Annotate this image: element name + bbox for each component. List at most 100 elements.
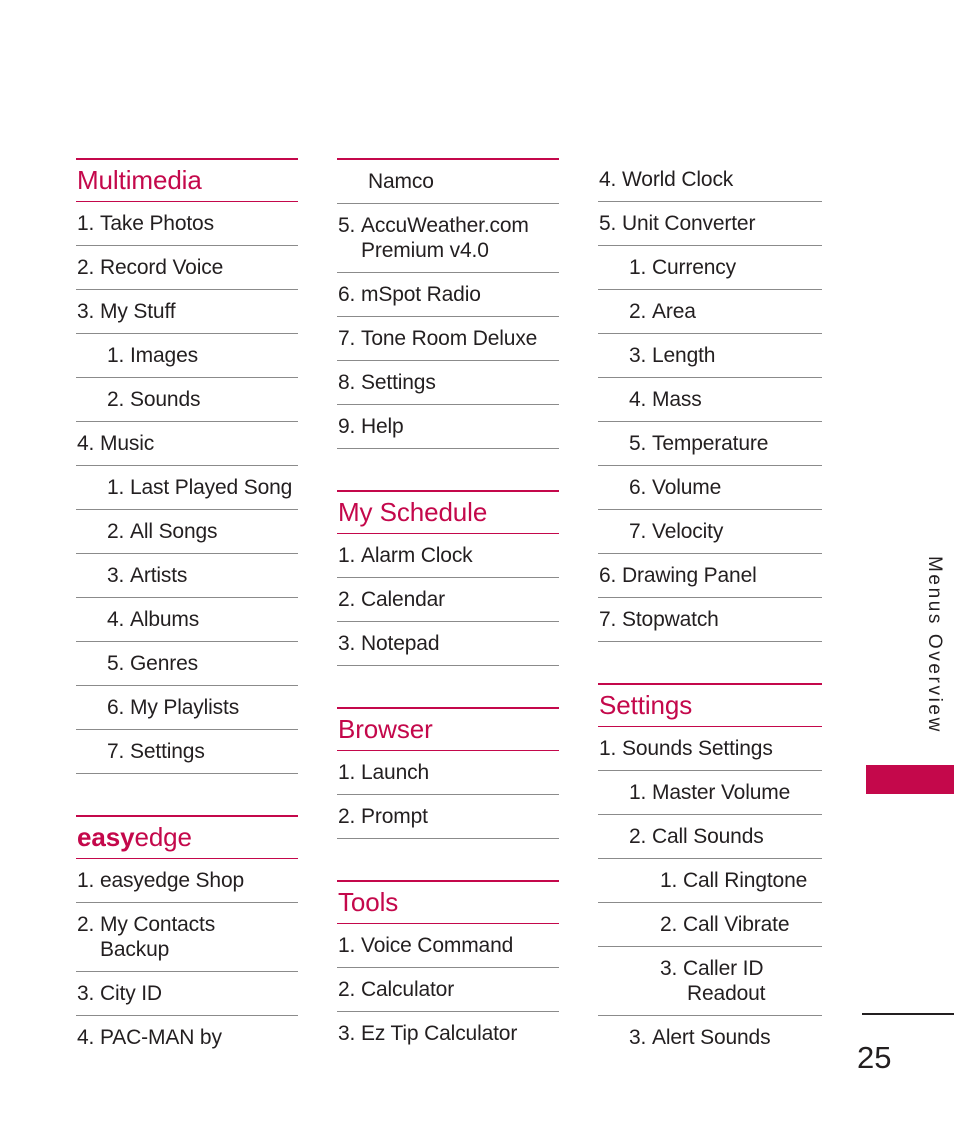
menu-item: 2. Prompt — [337, 795, 559, 839]
menu-item-label-wrap: Backup — [100, 938, 170, 961]
menu-item-number: 7. — [107, 740, 125, 763]
menu-item: 2. Record Voice — [76, 246, 298, 290]
menu-item: 1. Images — [76, 334, 298, 378]
menu-item-label: Alarm Clock — [361, 544, 473, 567]
menu-item-number: 6. — [629, 476, 647, 499]
menu-item-label: Sounds Settings — [622, 737, 773, 760]
menu-item: 1. easyedge Shop — [76, 859, 298, 903]
menu-item: 2. Call Sounds — [598, 815, 822, 859]
menu-item-number: 3. — [629, 1026, 647, 1049]
menu-item-number: 1. — [77, 869, 95, 892]
section-easyedge: easyedge 1. easyedge Shop 2. My Contacts Back… — [76, 815, 298, 1059]
menu-item-number: 1. — [107, 344, 125, 367]
menu-item-label: Length — [652, 344, 716, 367]
side-tab-text: Menus Overview — [924, 556, 945, 734]
menu-item: 1. Call Ringtone — [598, 859, 822, 903]
menu-item: 7. Tone Room Deluxe — [337, 317, 559, 361]
menu-item-number: 8. — [338, 371, 356, 394]
menu-item-number: 1. — [338, 544, 356, 567]
menu-item-number: 3. — [107, 564, 125, 587]
menu-item-number: 1. — [660, 869, 678, 892]
menu-item-label: Settings — [361, 371, 436, 394]
menu-list-easyedge-continued: Namco 5. AccuWeather.com Premium v4.0 6. mSpo… — [337, 160, 559, 449]
section-browser: Browser 1. Launch 2. Prompt — [337, 707, 559, 839]
menu-item-number: 9. — [338, 415, 356, 438]
menu-item-number: 1. — [629, 781, 647, 804]
menu-item-number: 2. — [629, 825, 647, 848]
menu-item-label: City ID — [100, 982, 162, 1005]
menu-item: 4. Albums — [76, 598, 298, 642]
menu-item-label-wrap: Readout — [687, 982, 766, 1005]
menu-item: 9. Help — [337, 405, 559, 449]
menu-item: 2. Sounds — [76, 378, 298, 422]
menu-item-label: Tone Room Deluxe — [361, 327, 538, 350]
menu-item: 1. Currency — [598, 246, 822, 290]
section-title-settings: Settings — [599, 690, 693, 720]
menu-item-number: 2. — [660, 913, 678, 936]
menu-item-number: 4. — [629, 388, 647, 411]
menu-item-number: 1. — [77, 212, 95, 235]
menu-item: 6. My Playlists — [76, 686, 298, 730]
menu-item: 5. Temperature — [598, 422, 822, 466]
menu-item-number: 2. — [338, 805, 356, 828]
menu-item: 2. Calendar — [337, 578, 559, 622]
menu-item-number: 4. — [107, 608, 125, 631]
section-settings: Settings 1. Sounds Settings 1. Master Volume… — [598, 683, 822, 1059]
menu-item: 1. Last Played Song — [76, 466, 298, 510]
menu-item-label: Notepad — [361, 632, 440, 655]
menu-item: 3. Length — [598, 334, 822, 378]
menu-item-label: Artists — [130, 564, 188, 587]
menu-item: 3. My Stuff — [76, 290, 298, 334]
menu-item-number: 4. — [77, 432, 95, 455]
menu-item-label: Genres — [130, 652, 198, 675]
menu-item-label: Prompt — [361, 805, 428, 828]
menu-item-number: 3. — [77, 982, 95, 1005]
menu-item-label: Unit Converter — [622, 212, 756, 235]
menu-item-number: 2. — [107, 388, 125, 411]
section-title-multimedia: Multimedia — [77, 165, 202, 195]
menu-item-number: 6. — [338, 283, 356, 306]
menu-list-easyedge: 1. easyedge Shop 2. My Contacts Backup 3. City… — [76, 859, 298, 1059]
menu-item: 4. Music — [76, 422, 298, 466]
menu-item: 4. World Clock — [598, 158, 822, 202]
menu-item: 2. My Contacts Backup — [76, 903, 298, 972]
menu-item-label: Caller ID — [683, 957, 764, 980]
menu-item-label: Temperature — [652, 432, 769, 455]
menu-item-label: mSpot Radio — [361, 283, 481, 306]
menu-item-label: Sounds — [130, 388, 201, 411]
menu-list-browser: 1. Launch 2. Prompt — [337, 751, 559, 839]
menu-item-label: Drawing Panel — [622, 564, 757, 587]
menu-item-label: Mass — [652, 388, 702, 411]
side-tab-marker — [866, 765, 954, 794]
menu-item: 2. Call Vibrate — [598, 903, 822, 947]
section-title-tools: Tools — [338, 887, 399, 917]
section-tools: Tools 1. Voice Command 2. Calculator 3. Ez Tip… — [337, 880, 559, 1055]
menu-item-label: Velocity — [652, 520, 724, 543]
menu-item-number: 3. — [629, 344, 647, 367]
menu-list-multimedia: 1. Take Photos 2. Record Voice 3. My Stuff 1. I… — [76, 202, 298, 774]
menu-item: 1. Take Photos — [76, 202, 298, 246]
menu-item-label: Alert Sounds — [652, 1026, 771, 1049]
menu-item-label: Take Photos — [100, 212, 214, 235]
menu-item: 3. Ez Tip Calculator — [337, 1012, 559, 1055]
menu-item-label: AccuWeather.com — [361, 214, 529, 237]
menu-item: 5. Unit Converter — [598, 202, 822, 246]
menu-item-label-wrap: Premium v4.0 — [361, 239, 489, 262]
menu-item-number: 2. — [629, 300, 647, 323]
menu-item: 8. Settings — [337, 361, 559, 405]
menu-item-number: 2. — [77, 913, 95, 936]
menu-item-label: Volume — [652, 476, 722, 499]
menu-item-label: Last Played Song — [130, 476, 293, 499]
menu-item: 1. Sounds Settings — [598, 727, 822, 771]
menu-item-label: Albums — [130, 608, 200, 631]
column-2: Namco 5. AccuWeather.com Premium v4.0 6. mSpo… — [337, 158, 559, 1055]
column-3: 4. World Clock 5. Unit Converter 1. Currency 2… — [598, 158, 822, 1059]
menu-item-number: 3. — [660, 957, 678, 980]
section-title-browser: Browser — [338, 714, 433, 744]
section-title-my-schedule: My Schedule — [338, 497, 488, 527]
menu-item-number: 1. — [338, 934, 356, 957]
menu-item-label: Area — [652, 300, 696, 323]
menu-item: 7. Velocity — [598, 510, 822, 554]
menu-item-number: 1. — [629, 256, 647, 279]
menu-item-label: Namco — [368, 170, 434, 193]
